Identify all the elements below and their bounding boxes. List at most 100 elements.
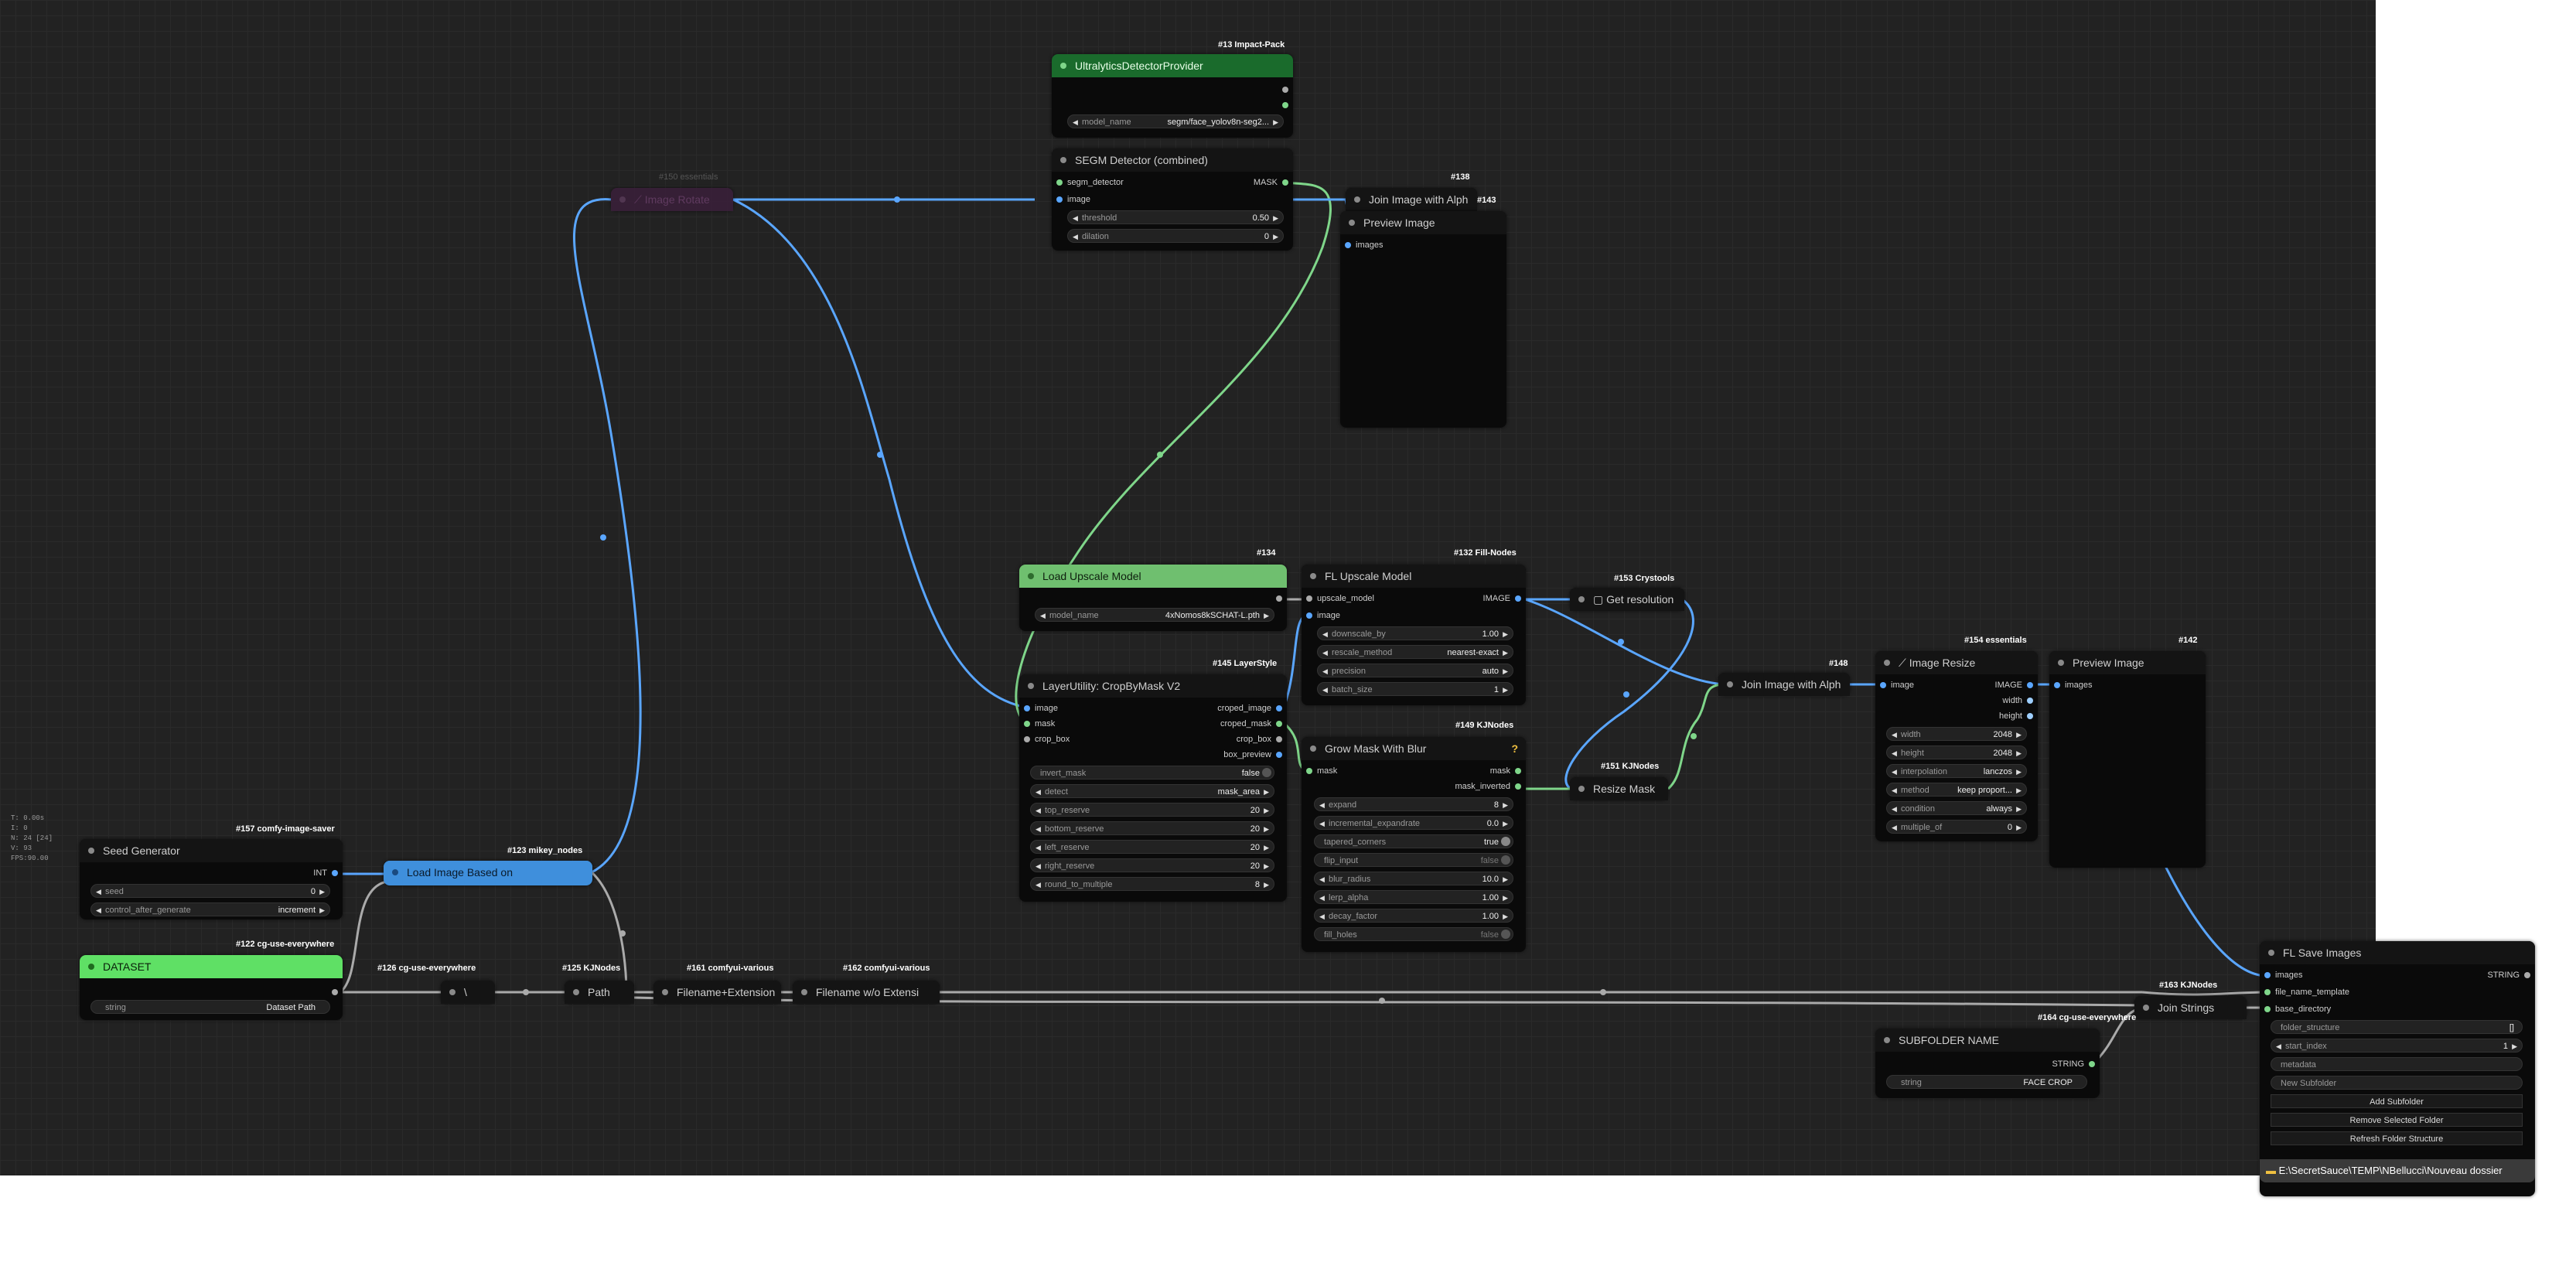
node-join-strings[interactable]: Join Strings (2134, 996, 2247, 1019)
node-filename-extension[interactable]: Filename+Extension (653, 981, 781, 1004)
collapse-dot-icon[interactable] (1349, 220, 1355, 226)
node-header[interactable]: Load Image Based on (384, 861, 592, 884)
invert-mask-toggle[interactable]: invert_mask false (1030, 766, 1274, 780)
node-get-resolution[interactable]: ▢ Get resolution (1570, 588, 1684, 611)
collapse-dot-icon[interactable] (1028, 573, 1034, 579)
expand-widget[interactable]: ◀ expand 8 ▶ (1314, 797, 1513, 811)
method-combo[interactable]: ◀ method keep proport... ▶ (1886, 783, 2027, 797)
node-load-image-based-on[interactable]: Load Image Based on (384, 861, 592, 885)
output-slot-icon[interactable] (1276, 736, 1282, 742)
right-reserve-widget[interactable]: ◀ right_reserve 20 ▶ (1030, 858, 1274, 872)
node-header[interactable]: Seed Generator (80, 839, 343, 862)
node-header[interactable]: FL Upscale Model (1302, 565, 1526, 588)
collapse-dot-icon[interactable] (801, 989, 807, 995)
input-slot-icon[interactable] (1024, 736, 1030, 742)
input-slot-icon[interactable] (1306, 595, 1312, 602)
node-filename-without-extension[interactable]: Filename w/o Extensi (793, 981, 940, 1004)
input-slot-icon[interactable] (1024, 721, 1030, 727)
collapse-dot-icon[interactable] (1727, 681, 1733, 687)
node-header[interactable]: Resize Mask (1570, 777, 1668, 800)
output-slot-icon[interactable] (1282, 179, 1288, 186)
node-header[interactable]: Join Image with Alph (1718, 673, 1850, 696)
detect-combo[interactable]: ◀ detect mask_area ▶ (1030, 784, 1274, 798)
condition-combo[interactable]: ◀ condition always ▶ (1886, 801, 2027, 815)
node-header[interactable]: Preview Image (1340, 211, 1506, 234)
output-slot-icon[interactable] (1282, 87, 1288, 93)
collapse-dot-icon[interactable] (449, 989, 455, 995)
node-subfolder-name[interactable]: SUBFOLDER NAME STRING string FACE CROP (1875, 1029, 2100, 1098)
seed-widget[interactable]: ◀ seed 0 ▶ (90, 884, 330, 898)
collapse-dot-icon[interactable] (88, 964, 94, 970)
subfolder-string-field[interactable]: string FACE CROP (1886, 1075, 2087, 1089)
node-header[interactable]: \ (441, 981, 495, 1004)
output-slot-icon[interactable] (2027, 698, 2033, 704)
folder-structure-field[interactable]: folder_structure [] (2271, 1020, 2523, 1034)
output-slot-icon[interactable] (1276, 595, 1282, 602)
input-slot-icon[interactable] (1345, 242, 1351, 248)
output-slot-icon[interactable] (1282, 102, 1288, 108)
input-slot-icon[interactable] (1056, 196, 1063, 203)
collapse-dot-icon[interactable] (1060, 63, 1066, 69)
lerp-alpha-widget[interactable]: ◀ lerp_alpha 1.00 ▶ (1314, 890, 1513, 904)
rescale-method-combo[interactable]: ◀ rescale_method nearest-exact ▶ (1317, 645, 1513, 659)
node-header[interactable]: ⟋ Image Resize (1875, 651, 2038, 674)
batch-size-widget[interactable]: ◀ batch_size 1 ▶ (1317, 682, 1513, 696)
round-to-multiple-widget[interactable]: ◀ round_to_multiple 8 ▶ (1030, 877, 1274, 891)
node-seed-generator[interactable]: Seed Generator INT ◀ seed 0 ▶ ◀ control_afte… (80, 839, 343, 919)
dataset-string-field[interactable]: string Dataset Path (90, 1000, 330, 1014)
new-subfolder-field[interactable]: New Subfolder (2271, 1076, 2523, 1090)
help-icon[interactable]: ? (1511, 737, 1518, 760)
node-header[interactable]: SEGM Detector (combined) (1052, 148, 1293, 172)
input-slot-icon[interactable] (2264, 989, 2271, 995)
collapse-dot-icon[interactable] (619, 196, 626, 203)
node-ultralytics-detector-provider[interactable]: UltralyticsDetectorProvider ◀ model_name s… (1052, 54, 1293, 138)
input-slot-icon[interactable] (1024, 705, 1030, 711)
incremental-expandrate-widget[interactable]: ◀ incremental_expandrate 0.0 ▶ (1314, 816, 1513, 830)
collapse-dot-icon[interactable] (2143, 1005, 2149, 1011)
collapse-dot-icon[interactable] (392, 869, 398, 875)
node-path[interactable]: Path (565, 981, 634, 1004)
output-slot-icon[interactable] (332, 870, 338, 876)
output-slot-icon[interactable] (1276, 752, 1282, 758)
node-header[interactable]: Path (565, 981, 634, 1004)
collapse-dot-icon[interactable] (2268, 950, 2274, 956)
width-widget[interactable]: ◀ width 2048 ▶ (1886, 727, 2027, 741)
node-header[interactable]: Filename w/o Extensi (793, 981, 940, 1004)
node-backslash-string[interactable]: \ (441, 981, 495, 1004)
top-reserve-widget[interactable]: ◀ top_reserve 20 ▶ (1030, 803, 1274, 817)
collapse-dot-icon[interactable] (1310, 573, 1316, 579)
refresh-folder-structure-button[interactable]: Refresh Folder Structure (2271, 1131, 2523, 1145)
input-slot-icon[interactable] (2264, 972, 2271, 978)
node-header[interactable]: LayerUtility: CropByMask V2 (1019, 674, 1287, 698)
node-header[interactable]: Preview Image (2049, 651, 2206, 674)
collapse-dot-icon[interactable] (1884, 660, 1890, 666)
output-slot-icon[interactable] (1276, 721, 1282, 727)
collapse-dot-icon[interactable] (1884, 1037, 1890, 1043)
output-slot-icon[interactable] (1515, 783, 1521, 790)
dilation-widget[interactable]: ◀ dilation 0 ▶ (1067, 229, 1284, 243)
node-resize-mask[interactable]: Resize Mask (1570, 777, 1668, 800)
output-slot-icon[interactable] (332, 989, 338, 995)
collapse-dot-icon[interactable] (1578, 786, 1585, 792)
node-crop-by-mask[interactable]: LayerUtility: CropByMask V2 image mask c… (1019, 674, 1287, 902)
node-join-image-alpha-138[interactable]: Join Image with Alph (1346, 188, 1477, 211)
output-slot-icon[interactable] (1276, 705, 1282, 711)
node-load-upscale-model[interactable]: Load Upscale Model ◀ model_name 4xNomos8kS… (1019, 565, 1287, 631)
height-widget[interactable]: ◀ height 2048 ▶ (1886, 745, 2027, 759)
tapered-corners-toggle[interactable]: tapered_corners true (1314, 834, 1513, 848)
control-after-generate-combo[interactable]: ◀ control_after_generate increment ▶ (90, 902, 330, 916)
model-name-combo[interactable]: ◀ model_name segm/face_yolov8n-seg2... ▶ (1067, 114, 1284, 128)
input-slot-icon[interactable] (2054, 682, 2060, 688)
collapse-dot-icon[interactable] (88, 848, 94, 854)
input-slot-icon[interactable] (1306, 768, 1312, 774)
node-join-image-alpha-148[interactable]: Join Image with Alph (1718, 673, 1850, 696)
node-header[interactable]: Load Upscale Model (1019, 565, 1287, 588)
collapse-dot-icon[interactable] (1354, 196, 1360, 203)
output-slot-icon[interactable] (2027, 682, 2033, 688)
node-image-rotate[interactable]: ⟋ Image Rotate (611, 188, 733, 211)
output-slot-icon[interactable] (2524, 972, 2530, 978)
model-name-combo[interactable]: ◀ model_name 4xNomos8kSCHAT-L.pth ▶ (1035, 608, 1274, 622)
node-grow-mask-with-blur[interactable]: Grow Mask With Blur? mask mask mask_inve… (1302, 737, 1526, 952)
collapse-dot-icon[interactable] (1310, 745, 1316, 752)
input-slot-icon[interactable] (1880, 682, 1886, 688)
